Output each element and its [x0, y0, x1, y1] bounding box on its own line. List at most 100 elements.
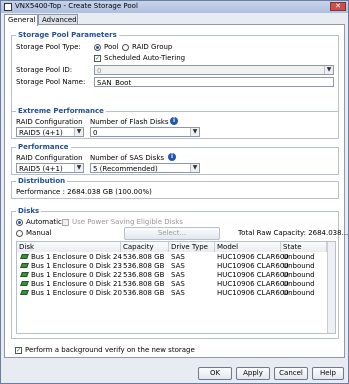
disk-model: HUC10906 CLAR600: [217, 262, 289, 270]
window-title: VNX5400-Top - Create Storage Pool: [15, 2, 138, 10]
disk-state: Unbound: [283, 271, 315, 279]
disk-capacity: 536.808 GB: [123, 280, 165, 288]
power-saving-checkbox: [62, 219, 69, 226]
disk-name: Bus 1 Enclosure 0 Disk 23: [31, 262, 122, 270]
auto-tiering-checkbox[interactable]: ✓: [94, 55, 101, 62]
disk-table[interactable]: Disk Capacity Drive Type Model State Bus…: [16, 241, 336, 334]
info-icon[interactable]: i: [170, 117, 178, 125]
info-icon[interactable]: i: [168, 153, 176, 161]
column-header-drive-type[interactable]: Drive Type: [169, 242, 215, 252]
performance-raid-label: RAID Configuration: [16, 154, 83, 162]
manual-label[interactable]: Manual: [26, 229, 51, 237]
extreme-raid-value: RAID5 (4+1): [19, 129, 63, 137]
pool-name-value: SAN_Boot: [97, 79, 132, 87]
distribution-text: Performance : 2684.038 GB (100.00%): [16, 188, 152, 196]
raid-group-radio[interactable]: [122, 44, 129, 51]
extreme-performance-group: Extreme Performance RAID Configuration R…: [11, 107, 339, 139]
cancel-button[interactable]: Cancel: [274, 367, 308, 380]
title-bar[interactable]: VNX5400-Top - Create Storage Pool ✕: [1, 1, 348, 13]
table-scrollbar[interactable]: [327, 242, 335, 333]
select-disks-button: Select...: [124, 227, 220, 240]
group-title: Extreme Performance: [16, 107, 106, 115]
apply-button[interactable]: Apply: [236, 367, 270, 380]
total-raw-capacity: Total Raw Capacity: 2684.038...: [238, 229, 349, 237]
distribution-group: Distribution Performance : 2684.038 GB (…: [11, 177, 339, 199]
column-header-capacity[interactable]: Capacity: [121, 242, 169, 252]
flash-disks-select[interactable]: 0 ▼: [90, 127, 200, 137]
performance-raid-value: RAID5 (4+1): [19, 165, 63, 173]
disk-type: SAS: [171, 253, 185, 261]
sas-disks-label: Number of SAS Disks: [90, 154, 165, 162]
pool-name-input[interactable]: SAN_Boot: [94, 77, 334, 87]
group-title: Disks: [16, 207, 42, 215]
storage-pool-parameters-group: Storage Pool Parameters Storage Pool Typ…: [11, 31, 339, 115]
column-header-disk[interactable]: Disk: [17, 242, 121, 252]
disk-icon: [20, 272, 29, 277]
disk-type: SAS: [171, 280, 185, 288]
background-verify-checkbox[interactable]: ✓: [15, 347, 22, 354]
column-header-state[interactable]: State: [281, 242, 327, 252]
table-row[interactable]: Bus 1 Enclosure 0 Disk 22 536.808 GB SAS…: [17, 271, 315, 280]
disk-type: SAS: [171, 271, 185, 279]
disk-icon: [20, 263, 29, 268]
performance-raid-select[interactable]: RAID5 (4+1) ▼: [16, 163, 84, 173]
disk-name: Bus 1 Enclosure 0 Disk 24: [31, 253, 122, 261]
disk-state: Unbound: [283, 262, 315, 270]
background-verify-label[interactable]: Perform a background verify on the new s…: [25, 346, 195, 354]
column-header-model[interactable]: Model: [215, 242, 281, 252]
flash-disks-label: Number of Flash Disks: [90, 118, 169, 126]
close-icon[interactable]: ✕: [330, 2, 346, 11]
chevron-down-icon: ▼: [74, 128, 83, 136]
chevron-down-icon: ▼: [190, 128, 199, 136]
disks-group: Disks Automatic Use Power Saving Eligibl…: [11, 207, 348, 339]
table-row[interactable]: Bus 1 Enclosure 0 Disk 24 536.808 GB SAS…: [17, 253, 315, 262]
table-row[interactable]: Bus 1 Enclosure 0 Disk 20 536.808 GB SAS…: [17, 289, 315, 298]
group-title: Storage Pool Parameters: [16, 31, 119, 39]
sas-disks-select[interactable]: 5 (Recommended) ▼: [90, 163, 200, 173]
disk-model: HUC10906 CLAR600: [217, 271, 289, 279]
pool-id-label: Storage Pool ID:: [16, 66, 73, 74]
disk-state: Unbound: [283, 289, 315, 297]
chevron-down-icon: ▼: [74, 164, 83, 172]
group-title: Performance: [16, 143, 71, 151]
app-icon: [4, 3, 12, 11]
pool-radio[interactable]: [94, 44, 101, 51]
raid-group-radio-label[interactable]: RAID Group: [132, 43, 172, 51]
help-button[interactable]: Help: [312, 367, 344, 380]
disk-state: Unbound: [283, 280, 315, 288]
tab-general[interactable]: General: [4, 14, 38, 26]
ok-button[interactable]: OK: [198, 367, 232, 380]
disk-icon: [20, 290, 29, 295]
disk-name: Bus 1 Enclosure 0 Disk 20: [31, 289, 122, 297]
disk-name: Bus 1 Enclosure 0 Disk 21: [31, 280, 122, 288]
disk-model: HUC10906 CLAR600: [217, 253, 289, 261]
disk-capacity: 536.808 GB: [123, 262, 165, 270]
flash-disks-value: 0: [93, 129, 98, 137]
disk-type: SAS: [171, 262, 185, 270]
disk-capacity: 536.808 GB: [123, 289, 165, 297]
chevron-down-icon: ▼: [190, 164, 199, 172]
disk-model: HUC10906 CLAR600: [217, 280, 289, 288]
pool-id-value: 0: [97, 67, 102, 75]
automatic-label[interactable]: Automatic: [26, 218, 62, 226]
chevron-down-icon: ▼: [324, 66, 333, 74]
auto-tiering-label[interactable]: Scheduled Auto-Tiering: [104, 54, 185, 62]
disk-state: Unbound: [283, 253, 315, 261]
disk-capacity: 536.808 GB: [123, 253, 165, 261]
table-row[interactable]: Bus 1 Enclosure 0 Disk 21 536.808 GB SAS…: [17, 280, 315, 289]
disk-icon: [20, 254, 29, 259]
extreme-raid-select[interactable]: RAID5 (4+1) ▼: [16, 127, 84, 137]
disk-icon: [20, 281, 29, 286]
sas-disks-value: 5 (Recommended): [93, 165, 158, 173]
general-panel: Storage Pool Parameters Storage Pool Typ…: [4, 24, 348, 358]
performance-group: Performance RAID Configuration RAID5 (4+…: [11, 143, 339, 175]
extreme-raid-label: RAID Configuration: [16, 118, 83, 126]
manual-radio[interactable]: [16, 230, 23, 237]
disk-model: HUC10906 CLAR600: [217, 289, 289, 297]
disk-name: Bus 1 Enclosure 0 Disk 22: [31, 271, 122, 279]
disk-type: SAS: [171, 289, 185, 297]
table-row[interactable]: Bus 1 Enclosure 0 Disk 23 536.808 GB SAS…: [17, 262, 315, 271]
pool-type-label: Storage Pool Type:: [16, 43, 81, 51]
automatic-radio[interactable]: [16, 219, 23, 226]
pool-radio-label[interactable]: Pool: [104, 43, 118, 51]
